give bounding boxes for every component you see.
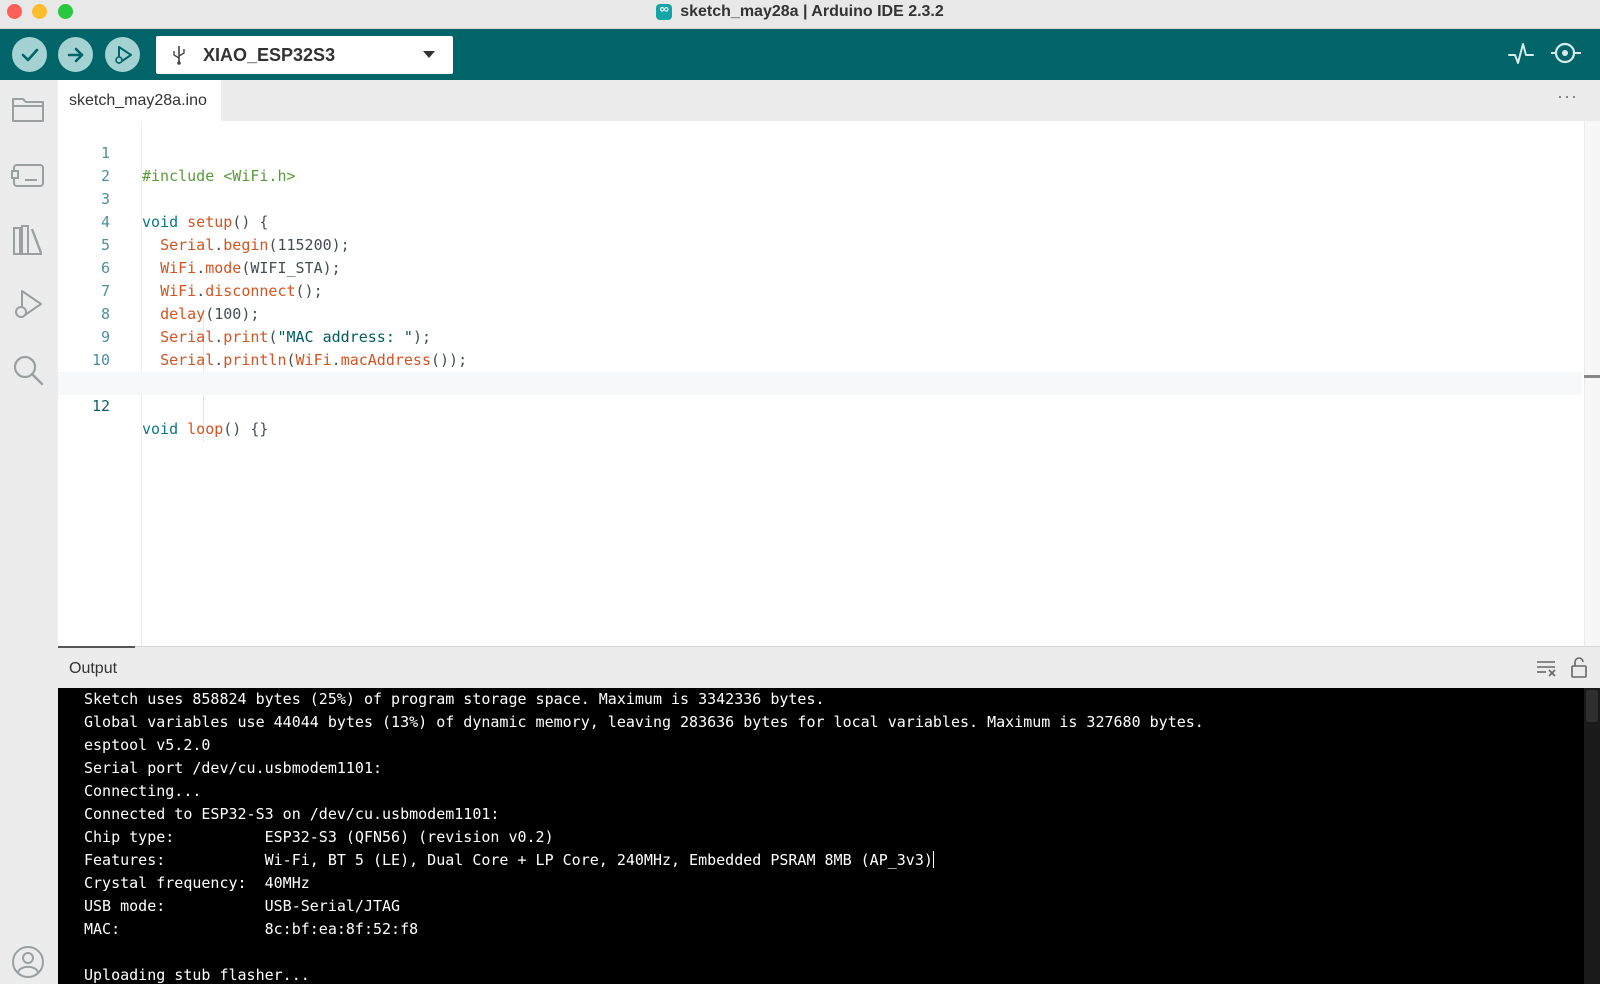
console-scroll-thumb[interactable] — [1586, 690, 1598, 722]
pulse-icon — [1508, 43, 1534, 64]
console-line: Connecting... — [84, 782, 202, 800]
output-console[interactable]: Sketch uses 858824 bytes (25%) of progra… — [58, 688, 1600, 984]
code-line: 1 #include <WiFi.h> — [58, 119, 1582, 185]
console-line: Global variables use 44044 bytes (13%) o… — [84, 713, 1204, 731]
magnifier-dot-icon — [1551, 42, 1581, 64]
window-title: sketch_may28a | Arduino IDE 2.3.2 — [680, 3, 944, 20]
line-number: 12 — [91, 397, 110, 415]
console-line: Crystal frequency: 40MHz — [84, 874, 310, 892]
code-line: 10 } — [58, 326, 1582, 392]
console-scrollbar[interactable] — [1584, 688, 1600, 984]
code-line-current: 12 void loop() {} — [58, 372, 1582, 438]
board-selector[interactable]: XIAO_ESP32S3 — [156, 36, 453, 74]
output-tab-indicator — [58, 646, 135, 648]
console-line: MAC: 8c:bf:ea:8f:52:f8 — [84, 920, 419, 938]
code-token: loop — [187, 420, 224, 438]
code-line: 6 WiFi.disconnect(); — [58, 234, 1582, 300]
tab-label: sketch_may28a.ino — [69, 91, 207, 109]
arrow-right-icon — [67, 47, 83, 62]
code-editor[interactable]: 1 #include <WiFi.h> 2 3 void setup() { 4… — [58, 121, 1600, 646]
account-button[interactable] — [10, 944, 46, 980]
console-line: USB mode: USB-Serial/JTAG — [84, 897, 401, 915]
title-bar: sketch_may28a | Arduino IDE 2.3.2 — [0, 0, 1600, 29]
code-line: 2 — [58, 142, 1582, 185]
unlock-icon — [1571, 657, 1587, 678]
tab-sketch-file[interactable]: sketch_may28a.ino — [58, 80, 221, 121]
code-token: void — [142, 420, 179, 438]
code-line: 7 delay(100); — [58, 257, 1582, 323]
editor-tabbar: sketch_may28a.ino ··· — [58, 80, 1600, 121]
console-line: Serial port /dev/cu.usbmodem1101: — [84, 759, 383, 777]
checkmark-icon — [21, 48, 38, 61]
library-icon — [13, 225, 43, 255]
usb-icon — [173, 46, 185, 65]
serial-plotter-button[interactable] — [1508, 41, 1534, 72]
console-line: Uploading stub flasher... — [84, 966, 310, 984]
upload-button[interactable] — [58, 37, 93, 72]
output-title[interactable]: Output — [69, 660, 117, 678]
code-line: 5 WiFi.mode(WIFI_STA); — [58, 211, 1582, 277]
editor-scrollbar[interactable] — [1584, 121, 1600, 646]
output-panel-header: Output — [58, 646, 1600, 688]
toolbar: XIAO_ESP32S3 — [0, 29, 1600, 80]
board-name: XIAO_ESP32S3 — [203, 45, 336, 65]
sketchbook-button[interactable] — [10, 91, 46, 127]
code-token: () {} — [223, 420, 269, 438]
verify-button[interactable] — [12, 37, 47, 72]
debug-icon — [15, 290, 42, 318]
console-text: Features: Wi-Fi, BT 5 (LE), Dual Core + … — [84, 851, 933, 869]
activity-sidebar — [0, 80, 58, 984]
clear-lines-icon — [1537, 661, 1556, 677]
code-line: 3 void setup() { — [58, 165, 1582, 231]
library-manager-button[interactable] — [10, 222, 46, 258]
search-button[interactable] — [10, 352, 46, 388]
console-line: Connected to ESP32-S3 on /dev/cu.usbmode… — [84, 805, 500, 823]
folder-icon — [12, 98, 44, 122]
text-cursor — [932, 851, 934, 868]
clear-output-button[interactable] — [1536, 659, 1556, 682]
chevron-down-icon — [423, 51, 435, 58]
cursor-position-marker — [1584, 375, 1600, 378]
more-options-button[interactable]: ··· — [1557, 86, 1578, 107]
code-line: 11 — [58, 349, 1582, 392]
code-line: 9 Serial.println(WiFi.macAddress()); — [58, 303, 1582, 369]
debug-sidebar-button[interactable] — [10, 286, 46, 322]
boards-manager-button[interactable] — [10, 157, 46, 193]
debug-play-icon — [114, 45, 132, 64]
console-line-features: Features: Wi-Fi, BT 5 (LE), Dual Core + … — [84, 849, 934, 872]
console-line: esptool v5.2.0 — [84, 736, 211, 754]
scroll-lock-button[interactable] — [1570, 657, 1588, 684]
serial-monitor-button[interactable] — [1551, 39, 1583, 74]
search-icon — [13, 355, 44, 386]
board-icon — [11, 164, 44, 187]
code-line: 4 Serial.begin(115200); — [58, 188, 1582, 254]
console-line: Sketch uses 858824 bytes (25%) of progra… — [84, 690, 825, 708]
console-line: Chip type: ESP32-S3 (QFN56) (revision v0… — [84, 828, 554, 846]
code-line: 8 Serial.print("MAC address: "); — [58, 280, 1582, 346]
user-icon — [12, 946, 44, 978]
arduino-app-icon — [656, 1, 673, 20]
debug-button[interactable] — [105, 37, 140, 72]
